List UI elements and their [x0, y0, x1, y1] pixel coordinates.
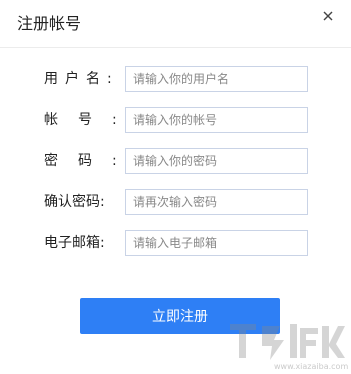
- account-label: 帐号:: [44, 112, 137, 128]
- confirm-password-input[interactable]: [125, 189, 308, 215]
- dialog-title: 注册帐号: [17, 14, 82, 33]
- account-row: 帐号:: [0, 107, 351, 133]
- username-row: 用户名:: [0, 66, 351, 92]
- email-label: 电子邮箱:: [44, 235, 105, 251]
- account-input[interactable]: [125, 107, 308, 133]
- confirm-password-row: 确认密码:: [0, 189, 351, 215]
- username-label: 用户名:: [44, 71, 119, 87]
- password-label: 密码:: [44, 153, 137, 169]
- title-bar: 注册帐号: [0, 0, 351, 48]
- username-input[interactable]: [125, 66, 308, 92]
- watermark-text: www.xiazaiba.com: [274, 362, 349, 371]
- email-row: 电子邮箱:: [0, 230, 351, 256]
- password-row: 密码:: [0, 148, 351, 174]
- password-input[interactable]: [125, 148, 308, 174]
- email-input[interactable]: [125, 230, 308, 256]
- register-dialog: 注册帐号 用户名: 帐号: 密码: 确认密码: 电子邮箱: 立即注册: [0, 0, 351, 374]
- confirm-password-label: 确认密码:: [44, 194, 105, 210]
- download-site-logo: www.xiazaiba.com: [226, 318, 348, 372]
- close-icon[interactable]: [317, 5, 339, 27]
